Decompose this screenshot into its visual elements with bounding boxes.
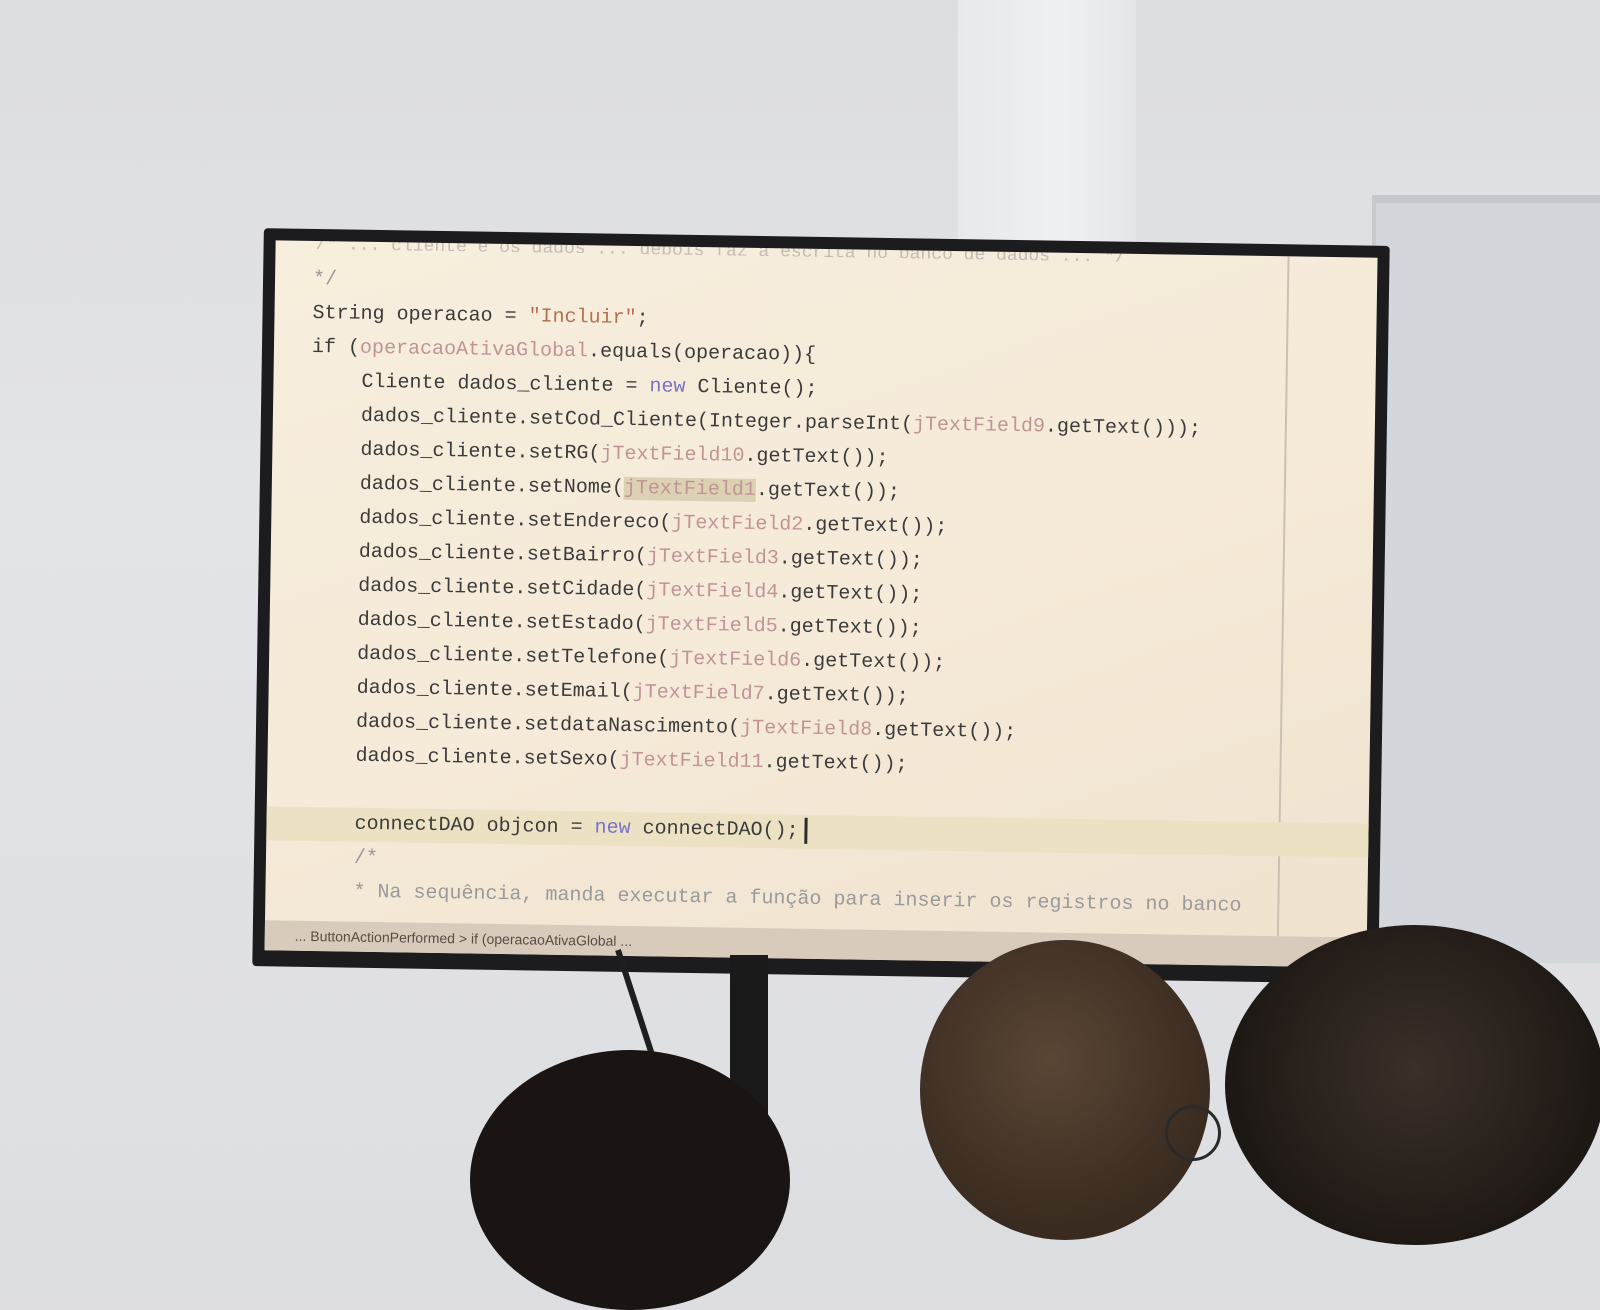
code-token: dados_cliente.setCod_Cliente(Integer.par… (360, 404, 914, 437)
glasses (1165, 1105, 1221, 1161)
code-token: .getText()); (801, 649, 946, 675)
code-token: dados_cliente.setBairro( (358, 540, 647, 569)
code-token: Cliente dados_cliente = (361, 370, 650, 399)
code-token: if ( (311, 335, 361, 360)
code-token: .getText())); (1044, 415, 1202, 441)
audience-head (1225, 925, 1600, 1245)
code-token: jTextField8 (739, 716, 873, 742)
code-token: new (649, 375, 686, 399)
code-token: /* (353, 846, 379, 871)
code-token: jTextField1 (623, 476, 757, 502)
code-token: .getText()); (744, 444, 889, 471)
code-token: jTextField3 (646, 545, 779, 571)
code-token: dados_cliente.setdataNascimento( (355, 710, 741, 740)
code-token: connectDAO objcon = (354, 812, 595, 840)
code-token: String operacao = (312, 301, 529, 329)
code-token: "Incluir" (528, 305, 637, 331)
code-token: */ (312, 267, 338, 292)
code-token: ; (636, 307, 649, 331)
code-token: dados_cliente.setCidade( (358, 574, 647, 603)
text-cursor-icon (804, 817, 808, 844)
code-token: .getText()); (764, 683, 909, 709)
code-token: jTextField6 (669, 647, 802, 673)
code-token: dados_cliente.setEmail( (356, 676, 633, 705)
code-token: dados_cliente.setSexo( (355, 744, 620, 772)
code-token: Cliente(); (685, 375, 818, 401)
code-token: jTextField2 (671, 511, 804, 537)
code-token: dados_cliente.setRG( (360, 438, 601, 466)
code-token: jTextField9 (912, 413, 1046, 439)
audience-head (920, 940, 1210, 1240)
code-token: .getText()); (778, 581, 923, 607)
whiteboard (1372, 195, 1600, 963)
code-token: operacaoAtivaGlobal (359, 336, 589, 364)
code-token: .equals(operacao)){ (587, 340, 817, 367)
code-token: .getText()); (778, 547, 924, 573)
code-token: .getText()); (777, 615, 922, 641)
code-editor: /* ... cliente e os dados ... depois faz… (264, 240, 1378, 968)
editor-breadcrumb-bar[interactable]: ... ButtonActionPerformed > if (operacao… (264, 920, 1367, 968)
code-token: connectDAO(); (630, 817, 799, 843)
code-token: .getText()); (755, 478, 901, 505)
code-token: .getText()); (763, 751, 908, 777)
code-token: .getText()); (871, 718, 1017, 745)
code-token: jTextField4 (646, 579, 779, 605)
code-token: dados_cliente.setEndereco( (359, 506, 672, 535)
partial-comment-line: /* ... cliente e os dados ... depois faz… (315, 240, 1126, 265)
wall-pillar (958, 0, 1136, 250)
audience-head (470, 1050, 790, 1310)
code-token: jTextField5 (645, 613, 778, 639)
code-token: dados_cliente.setNome( (359, 472, 625, 500)
code-token: .getText()); (803, 513, 948, 539)
code-token: dados_cliente.setTelefone( (357, 642, 670, 671)
code-token: jTextField11 (619, 748, 764, 775)
code-token: jTextField7 (632, 681, 765, 707)
code-token: dados_cliente.setEstado( (357, 608, 646, 637)
code-token: new (594, 816, 631, 841)
tv-monitor: /* ... cliente e os dados ... depois faz… (252, 228, 1390, 984)
code-area[interactable]: */ String operacao = "Incluir"; if (operac… (266, 263, 1378, 926)
code-token: jTextField10 (600, 442, 745, 468)
